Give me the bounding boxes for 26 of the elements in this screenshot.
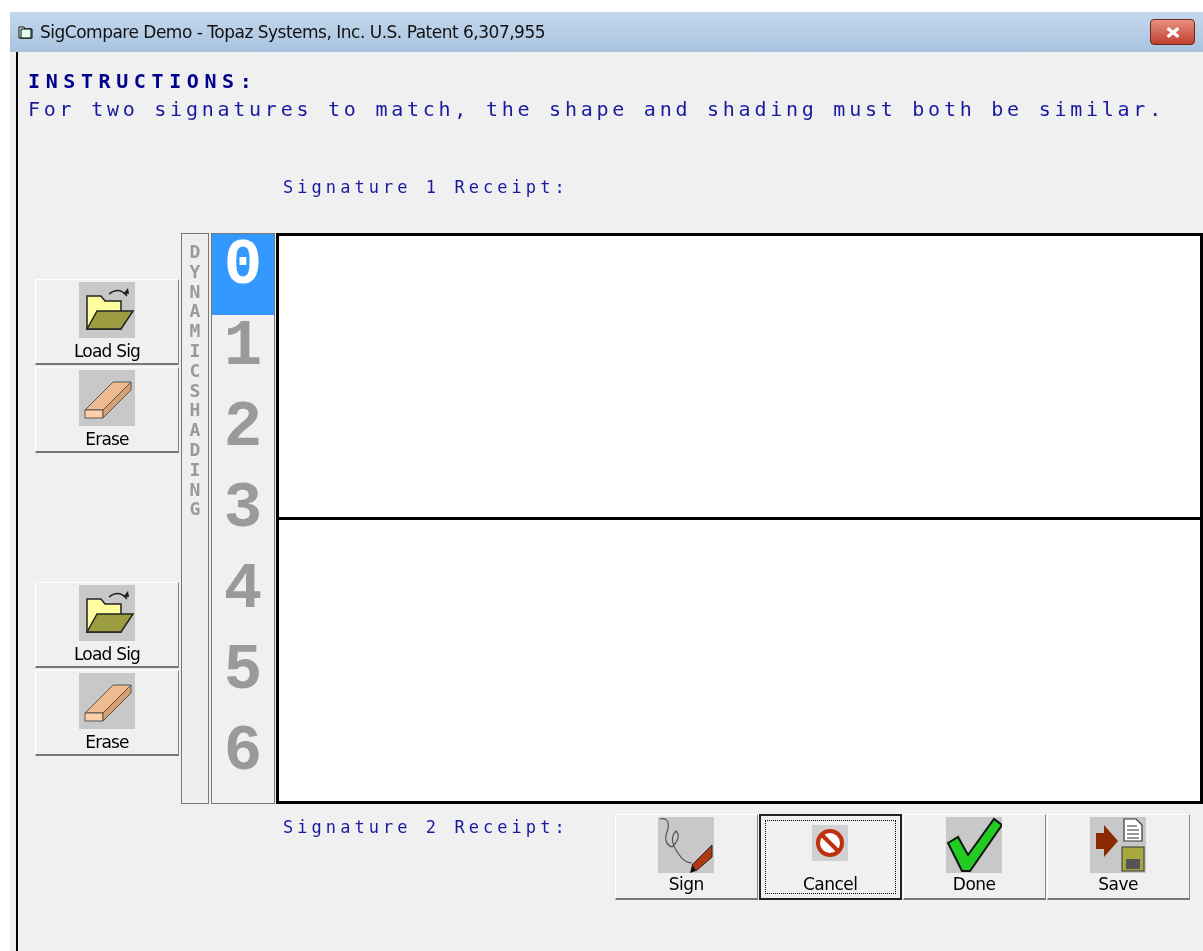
erase-button[interactable]: Erase [35, 367, 179, 453]
close-button[interactable] [1150, 19, 1195, 45]
save-document-icon [1090, 817, 1147, 873]
pen-signature-icon [658, 817, 715, 873]
done-button[interactable]: Done [902, 814, 1046, 900]
checkmark-icon [946, 817, 1003, 873]
window-title: SigCompare Demo - Topaz Systems, Inc. U.S. Patent 6,307,955 [40, 22, 547, 42]
folder-icon [79, 282, 135, 338]
eraser-icon [79, 370, 135, 426]
load-sig-button[interactable]: Load Sig [35, 279, 179, 365]
no-entry-icon [812, 825, 849, 861]
erase-button[interactable]: Erase [35, 670, 179, 756]
close-icon [1164, 25, 1181, 39]
window-icon [18, 24, 34, 40]
folder-icon [79, 585, 135, 641]
cancel-button[interactable]: Cancel [758, 814, 902, 900]
shading-caption: DYNAMIC SHADING [188, 240, 202, 522]
signature-pad[interactable] [276, 233, 1203, 520]
signature-label: Signature 2 Receipt: [283, 816, 569, 838]
signature-label: Signature 1 Receipt: [283, 176, 570, 198]
save-button[interactable]: Save [1046, 814, 1190, 900]
sign-button[interactable]: Sign [614, 814, 758, 900]
eraser-icon [79, 673, 135, 729]
load-sig-button[interactable]: Load Sig [35, 582, 179, 668]
instructions-heading: INSTRUCTIONS: [28, 68, 259, 94]
instructions-text: For two signatures to match, the shape and shading must both be similar. [28, 96, 1166, 123]
